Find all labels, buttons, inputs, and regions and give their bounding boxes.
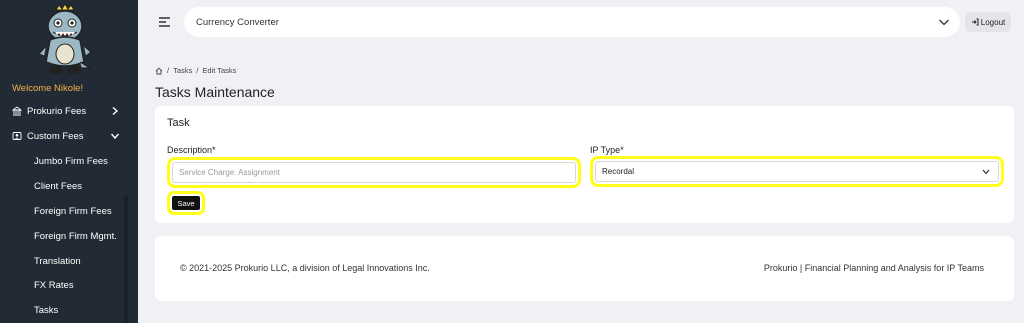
sidebar-item-prokurio-fees[interactable]: Prokurio Fees xyxy=(0,101,128,121)
chevron-down-icon xyxy=(982,169,990,175)
description-label: Description* xyxy=(167,145,216,155)
sidebar-scrollbar[interactable] xyxy=(124,196,128,323)
description-input[interactable]: Service Charge: Assignment xyxy=(167,157,581,188)
currency-converter-label: Currency Converter xyxy=(196,17,279,28)
sidebar-item-label: Custom Fees xyxy=(27,130,84,142)
logout-button[interactable]: Logout xyxy=(965,12,1011,32)
sidebar-item-custom-fees[interactable]: Custom Fees xyxy=(0,126,128,146)
chevron-right-icon xyxy=(112,106,119,116)
mascot-logo xyxy=(37,4,93,74)
page-title: Tasks Maintenance xyxy=(155,84,275,100)
sidebar-subitem-foreign-firm-fees[interactable]: Foreign Firm Fees xyxy=(34,206,112,217)
menu-toggle-icon[interactable] xyxy=(158,16,171,28)
sidebar-subitem-client-fees[interactable]: Client Fees xyxy=(34,181,82,192)
description-value: Service Charge: Assignment xyxy=(179,168,280,177)
welcome-text: Welcome Nikole! xyxy=(12,83,84,94)
sidebar-subitem-jumbo-firm-fees[interactable]: Jumbo Firm Fees xyxy=(34,156,108,167)
breadcrumb-tasks[interactable]: Tasks xyxy=(173,66,192,75)
sidebar-item-label: Prokurio Fees xyxy=(27,105,87,117)
bank-icon xyxy=(12,106,22,116)
breadcrumb: / Tasks / Edit Tasks xyxy=(155,66,236,75)
logout-label: Logout xyxy=(980,17,1006,27)
ip-type-label: IP Type* xyxy=(590,145,624,155)
ip-type-select[interactable]: Recordal xyxy=(590,156,1004,187)
sidebar: Welcome Nikole! Prokurio Fees Custom Fee… xyxy=(0,0,138,323)
custom-fees-icon xyxy=(12,132,22,140)
sidebar-subitem-tasks[interactable]: Tasks xyxy=(34,305,58,316)
sidebar-subitem-fx-rates[interactable]: FX Rates xyxy=(34,280,74,291)
currency-converter-dropdown[interactable]: Currency Converter xyxy=(184,7,960,37)
footer: © 2021-2025 Prokurio LLC, a division of … xyxy=(155,236,1014,301)
copyright-text: © 2021-2025 Prokurio LLC, a division of … xyxy=(180,263,430,273)
sidebar-subitem-translation[interactable]: Translation xyxy=(34,256,81,267)
chevron-down-icon xyxy=(939,19,949,26)
save-button[interactable]: Save xyxy=(167,191,205,215)
task-card: Task Description* Service Charge: Assign… xyxy=(155,106,1014,223)
chevron-down-icon xyxy=(110,133,120,140)
logout-icon xyxy=(971,18,979,26)
breadcrumb-edit-tasks: Edit Tasks xyxy=(202,66,237,75)
home-icon[interactable] xyxy=(155,67,163,75)
sidebar-subitem-foreign-firm-mgmt[interactable]: Foreign Firm Mgmt. xyxy=(34,231,117,242)
footer-tagline: Prokurio | Financial Planning and Analys… xyxy=(763,263,984,273)
ip-type-value: Recordal xyxy=(602,167,635,176)
card-title: Task xyxy=(167,117,190,129)
